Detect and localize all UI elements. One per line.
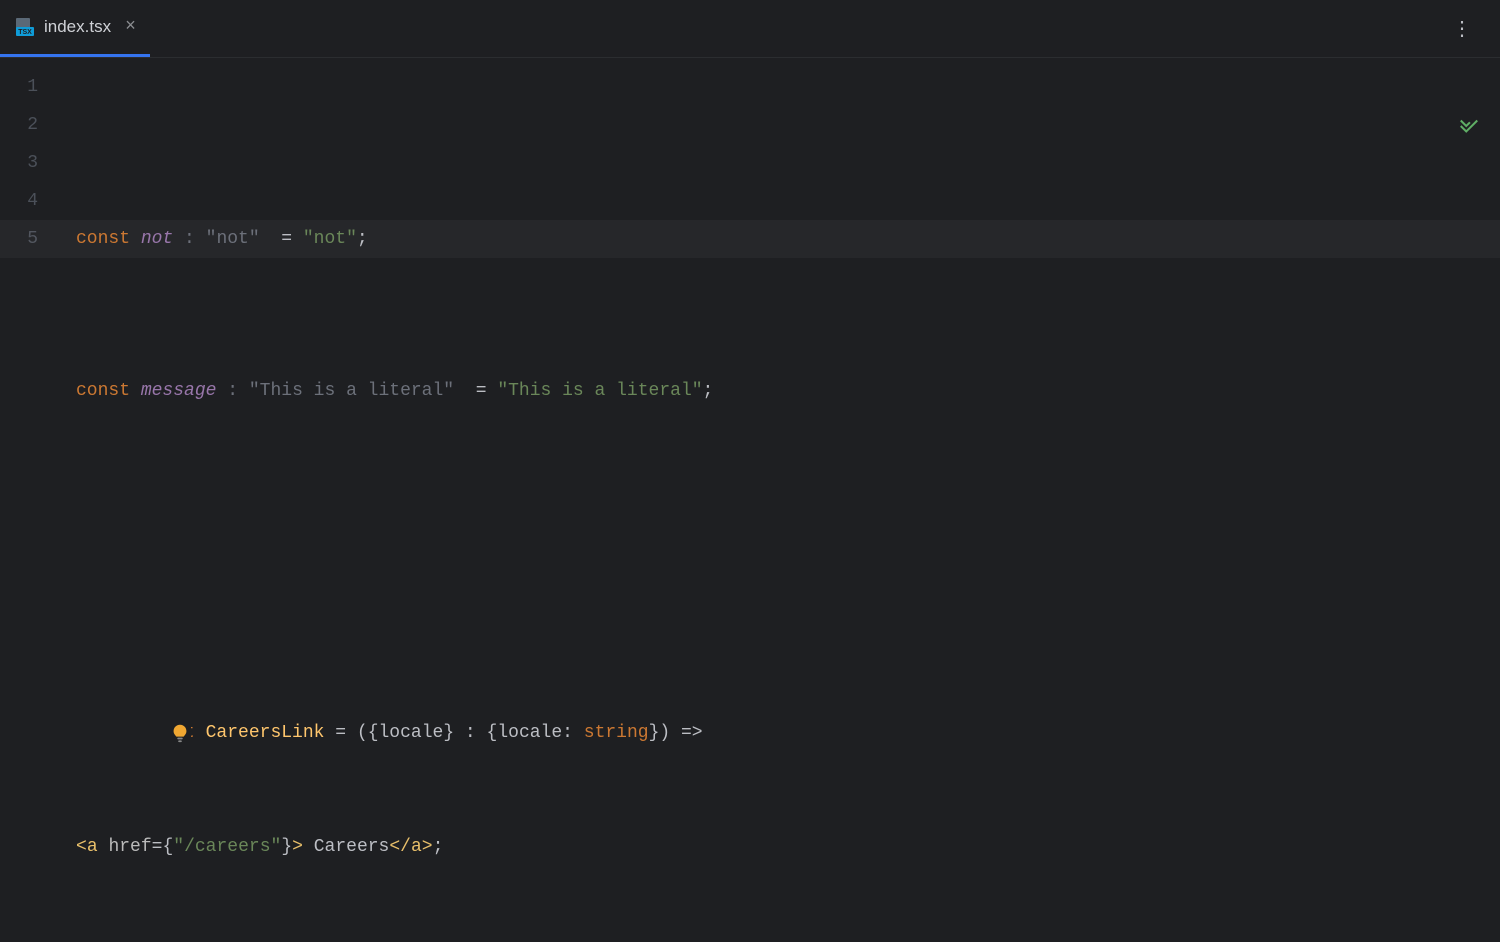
code-content[interactable]: const not : "not" = "not"; const message… xyxy=(60,58,1500,600)
tab-close-icon[interactable]: × xyxy=(125,17,136,37)
line-number: 2 xyxy=(0,106,60,144)
line-number-gutter: 1 2 3 4 5 xyxy=(0,58,60,600)
more-icon[interactable]: ⋮ xyxy=(1452,16,1472,42)
code-line-4[interactable]: const CareersLink = ({locale} : {locale:… xyxy=(76,676,1500,714)
intention-bulb-icon[interactable] xyxy=(83,683,191,797)
tsx-file-icon: TSX xyxy=(14,16,36,38)
svg-text:TSX: TSX xyxy=(18,29,32,36)
code-line-5[interactable]: <a href={"/careers"}> Careers</a>; xyxy=(76,828,1500,866)
tab-bar: TSX index.tsx × ⋮ xyxy=(0,0,1500,58)
line-number: 1 xyxy=(0,68,60,106)
line-number: 4 xyxy=(0,182,60,220)
tab-index-tsx[interactable]: TSX index.tsx × xyxy=(0,0,150,57)
code-line-2[interactable]: const message : "This is a literal" = "T… xyxy=(76,372,1500,410)
code-line-1[interactable]: const not : "not" = "not"; xyxy=(76,220,1500,258)
code-line-3[interactable] xyxy=(76,524,1500,562)
analysis-ok-icon[interactable] xyxy=(1393,76,1480,190)
line-number: 3 xyxy=(0,144,60,182)
editor-area[interactable]: 1 2 3 4 5 const not : "not" = "not"; con… xyxy=(0,58,1500,600)
tab-filename: index.tsx xyxy=(44,17,111,37)
